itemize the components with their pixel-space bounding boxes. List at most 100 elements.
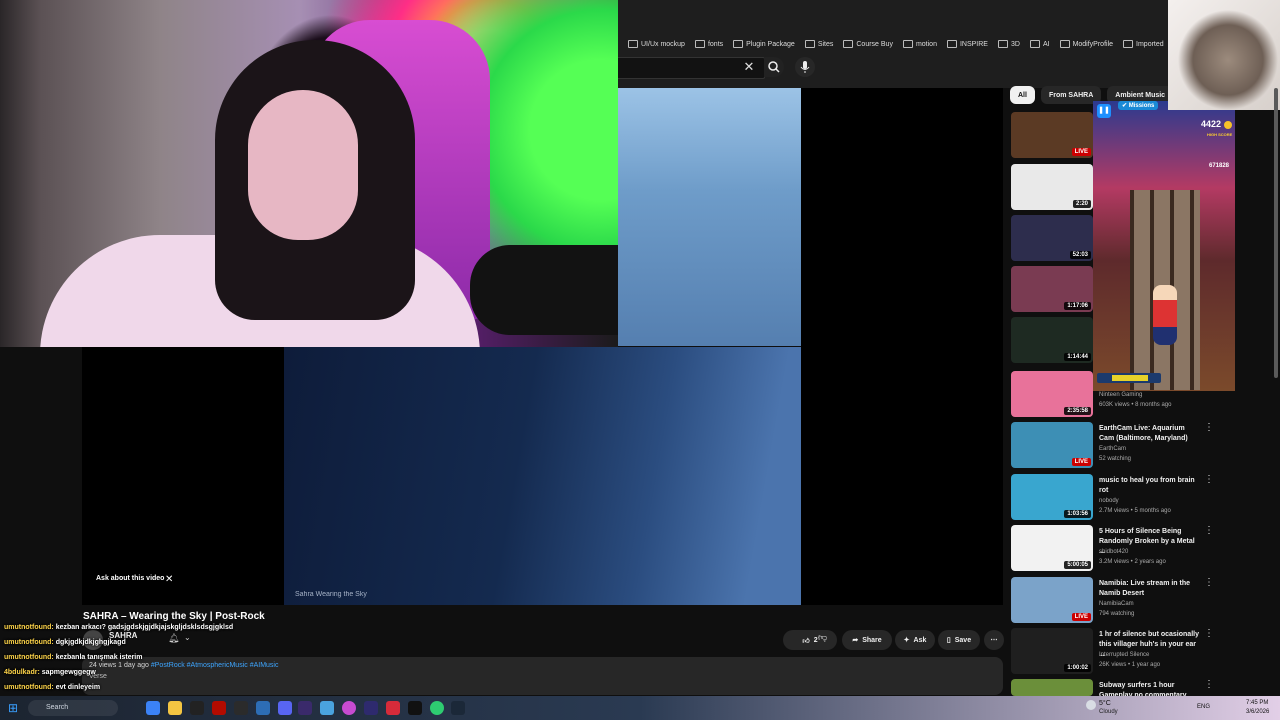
chat-text: kezbanla tanışmak isterim: [55, 654, 143, 661]
steam-icon[interactable]: [451, 701, 465, 715]
app-icon[interactable]: [430, 701, 444, 715]
acrobat-icon[interactable]: [212, 701, 226, 715]
bookmark-item[interactable]: UI/Ux mockup: [628, 40, 685, 48]
video-frame[interactable]: [284, 347, 801, 605]
app-icon[interactable]: [190, 701, 204, 715]
close-icon[interactable]: ✕: [742, 59, 756, 75]
duration-badge: 5:00:05: [1064, 561, 1091, 569]
video-thumbnail[interactable]: 1:03:56: [1011, 474, 1093, 520]
chat-username: umutnotfound:: [4, 684, 54, 691]
language-indicator[interactable]: ENG: [1197, 704, 1210, 710]
more-vert-icon[interactable]: ⋮: [1204, 679, 1214, 690]
more-icon[interactable]: ⋯: [984, 630, 1004, 650]
chat-message: umutnotfound: evt dinleyeim: [4, 680, 424, 695]
player-letterbox-left: [82, 347, 284, 605]
rec-channel[interactable]: shidbot420: [1099, 549, 1128, 555]
save-button[interactable]: ▯ Save: [938, 630, 980, 650]
rec-title[interactable]: Namibia: Live stream in the Namib Desert: [1099, 579, 1199, 599]
video-thumbnail[interactable]: 1:00:02: [1011, 628, 1093, 674]
bookmark-item[interactable]: Sites: [804, 40, 834, 48]
voice-search-button[interactable]: [795, 57, 815, 77]
video-thumbnail[interactable]: 5:00:05: [1011, 525, 1093, 571]
discord-icon[interactable]: [278, 701, 292, 715]
bookmark-label: Sites: [817, 40, 834, 48]
folder-icon: [628, 40, 638, 48]
rec-title[interactable]: music to heal you from brain rot: [1099, 476, 1199, 496]
clock-date[interactable]: 3/6/2026: [1246, 709, 1269, 715]
bookmark-item[interactable]: Course Buy: [843, 40, 893, 48]
video-frame-top[interactable]: [618, 88, 801, 346]
chat-text: dgkjgdkjdkjghgjkagd: [55, 639, 126, 646]
like-button[interactable]: 👍︎ 2: [783, 630, 837, 650]
taskbar-search[interactable]: [28, 700, 118, 716]
chip-all[interactable]: All: [1010, 86, 1035, 104]
thumbs-down-icon[interactable]: 👎︎: [818, 632, 827, 643]
video-thumbnail[interactable]: 2:35:58: [1011, 371, 1093, 417]
weather-temp[interactable]: 5°C: [1099, 700, 1111, 707]
thumbs-up-icon: 👍︎: [802, 637, 810, 645]
rec-channel[interactable]: NamibiaCam: [1099, 601, 1134, 607]
chat-text: evt dinleyeim: [55, 684, 101, 691]
duration-badge: 1:03:56: [1064, 510, 1091, 518]
scrollbar[interactable]: [1274, 88, 1278, 378]
close-icon[interactable]: ✕: [165, 574, 173, 585]
more-vert-icon[interactable]: ⋮: [1204, 577, 1214, 588]
folder-icon: [1029, 40, 1040, 48]
rec-meta: 603K views • 8 months ago: [1099, 402, 1172, 408]
windows-icon[interactable]: ⊞: [8, 701, 18, 715]
video-thumbnail[interactable]: LIVE: [1011, 112, 1093, 158]
search-button[interactable]: [764, 57, 784, 77]
ask-button[interactable]: ✦ Ask: [895, 630, 935, 650]
bookmark-item[interactable]: 3D: [997, 40, 1020, 48]
app-icon[interactable]: [408, 701, 422, 715]
bookmark-label: Course Buy: [856, 40, 893, 48]
powerup-bar-fill: [1112, 375, 1148, 381]
after-effects-icon[interactable]: [298, 701, 312, 715]
more-vert-icon[interactable]: ⋮: [1204, 422, 1214, 433]
video-thumbnail[interactable]: [1011, 679, 1093, 696]
bookmark-item[interactable]: Imported: [1123, 40, 1164, 48]
video-thumbnail[interactable]: 52:03: [1011, 215, 1093, 261]
folder-icon: [1123, 40, 1134, 48]
microphone: [470, 245, 618, 335]
app-icon[interactable]: [342, 701, 356, 715]
bookmark-item[interactable]: Plugin Package: [733, 40, 795, 48]
app-icon[interactable]: [320, 701, 334, 715]
bookmark-item[interactable]: fonts: [694, 40, 723, 48]
app-icon[interactable]: [386, 701, 400, 715]
ask-about-video-button[interactable]: Ask about this video: [96, 575, 164, 582]
folder-icon: [902, 40, 913, 48]
streamer-face: [248, 90, 358, 240]
bookmark-label: Imported: [1136, 40, 1164, 48]
app-icon[interactable]: [234, 701, 248, 715]
bookmark-item[interactable]: AI: [1029, 40, 1050, 48]
more-vert-icon[interactable]: ⋮: [1204, 628, 1214, 639]
share-button[interactable]: ➦ Share: [842, 630, 892, 650]
rec-channel[interactable]: Ninteen Gaming: [1099, 392, 1142, 398]
clock-time[interactable]: 7:45 PM: [1246, 700, 1268, 706]
rec-channel[interactable]: Interrupted Silence: [1099, 652, 1149, 658]
missions-badge: ✔ Missions: [1118, 101, 1159, 110]
edge-icon[interactable]: [146, 701, 160, 715]
video-thumbnail[interactable]: 1:17:06: [1011, 266, 1093, 312]
bookmark-label: 3D: [1010, 40, 1020, 48]
more-vert-icon[interactable]: ⋮: [1204, 474, 1214, 485]
folder-icon: [946, 40, 957, 48]
app-icon[interactable]: [364, 701, 378, 715]
weather-desc[interactable]: Cloudy: [1099, 709, 1118, 715]
rec-channel[interactable]: EarthCam: [1099, 446, 1126, 452]
bookmark-item[interactable]: motion: [902, 40, 937, 48]
bookmark-item[interactable]: ModifyProfile: [1059, 40, 1113, 48]
video-thumbnail[interactable]: 1:14:44: [1011, 317, 1093, 363]
app-icon[interactable]: [256, 701, 270, 715]
rec-title[interactable]: EarthCam Live: Aquarium Cam (Baltimore, …: [1099, 424, 1199, 444]
rec-channel[interactable]: nobody: [1099, 498, 1119, 504]
folder-icon: [1059, 40, 1070, 48]
live-badge: LIVE: [1071, 148, 1091, 156]
video-thumbnail[interactable]: LIVE: [1011, 422, 1093, 468]
video-thumbnail[interactable]: LIVE: [1011, 577, 1093, 623]
more-vert-icon[interactable]: ⋮: [1204, 525, 1214, 536]
video-thumbnail[interactable]: 2:20: [1011, 164, 1093, 210]
bookmark-item[interactable]: INSPIRE: [946, 40, 988, 48]
folder-icon[interactable]: [168, 701, 182, 715]
